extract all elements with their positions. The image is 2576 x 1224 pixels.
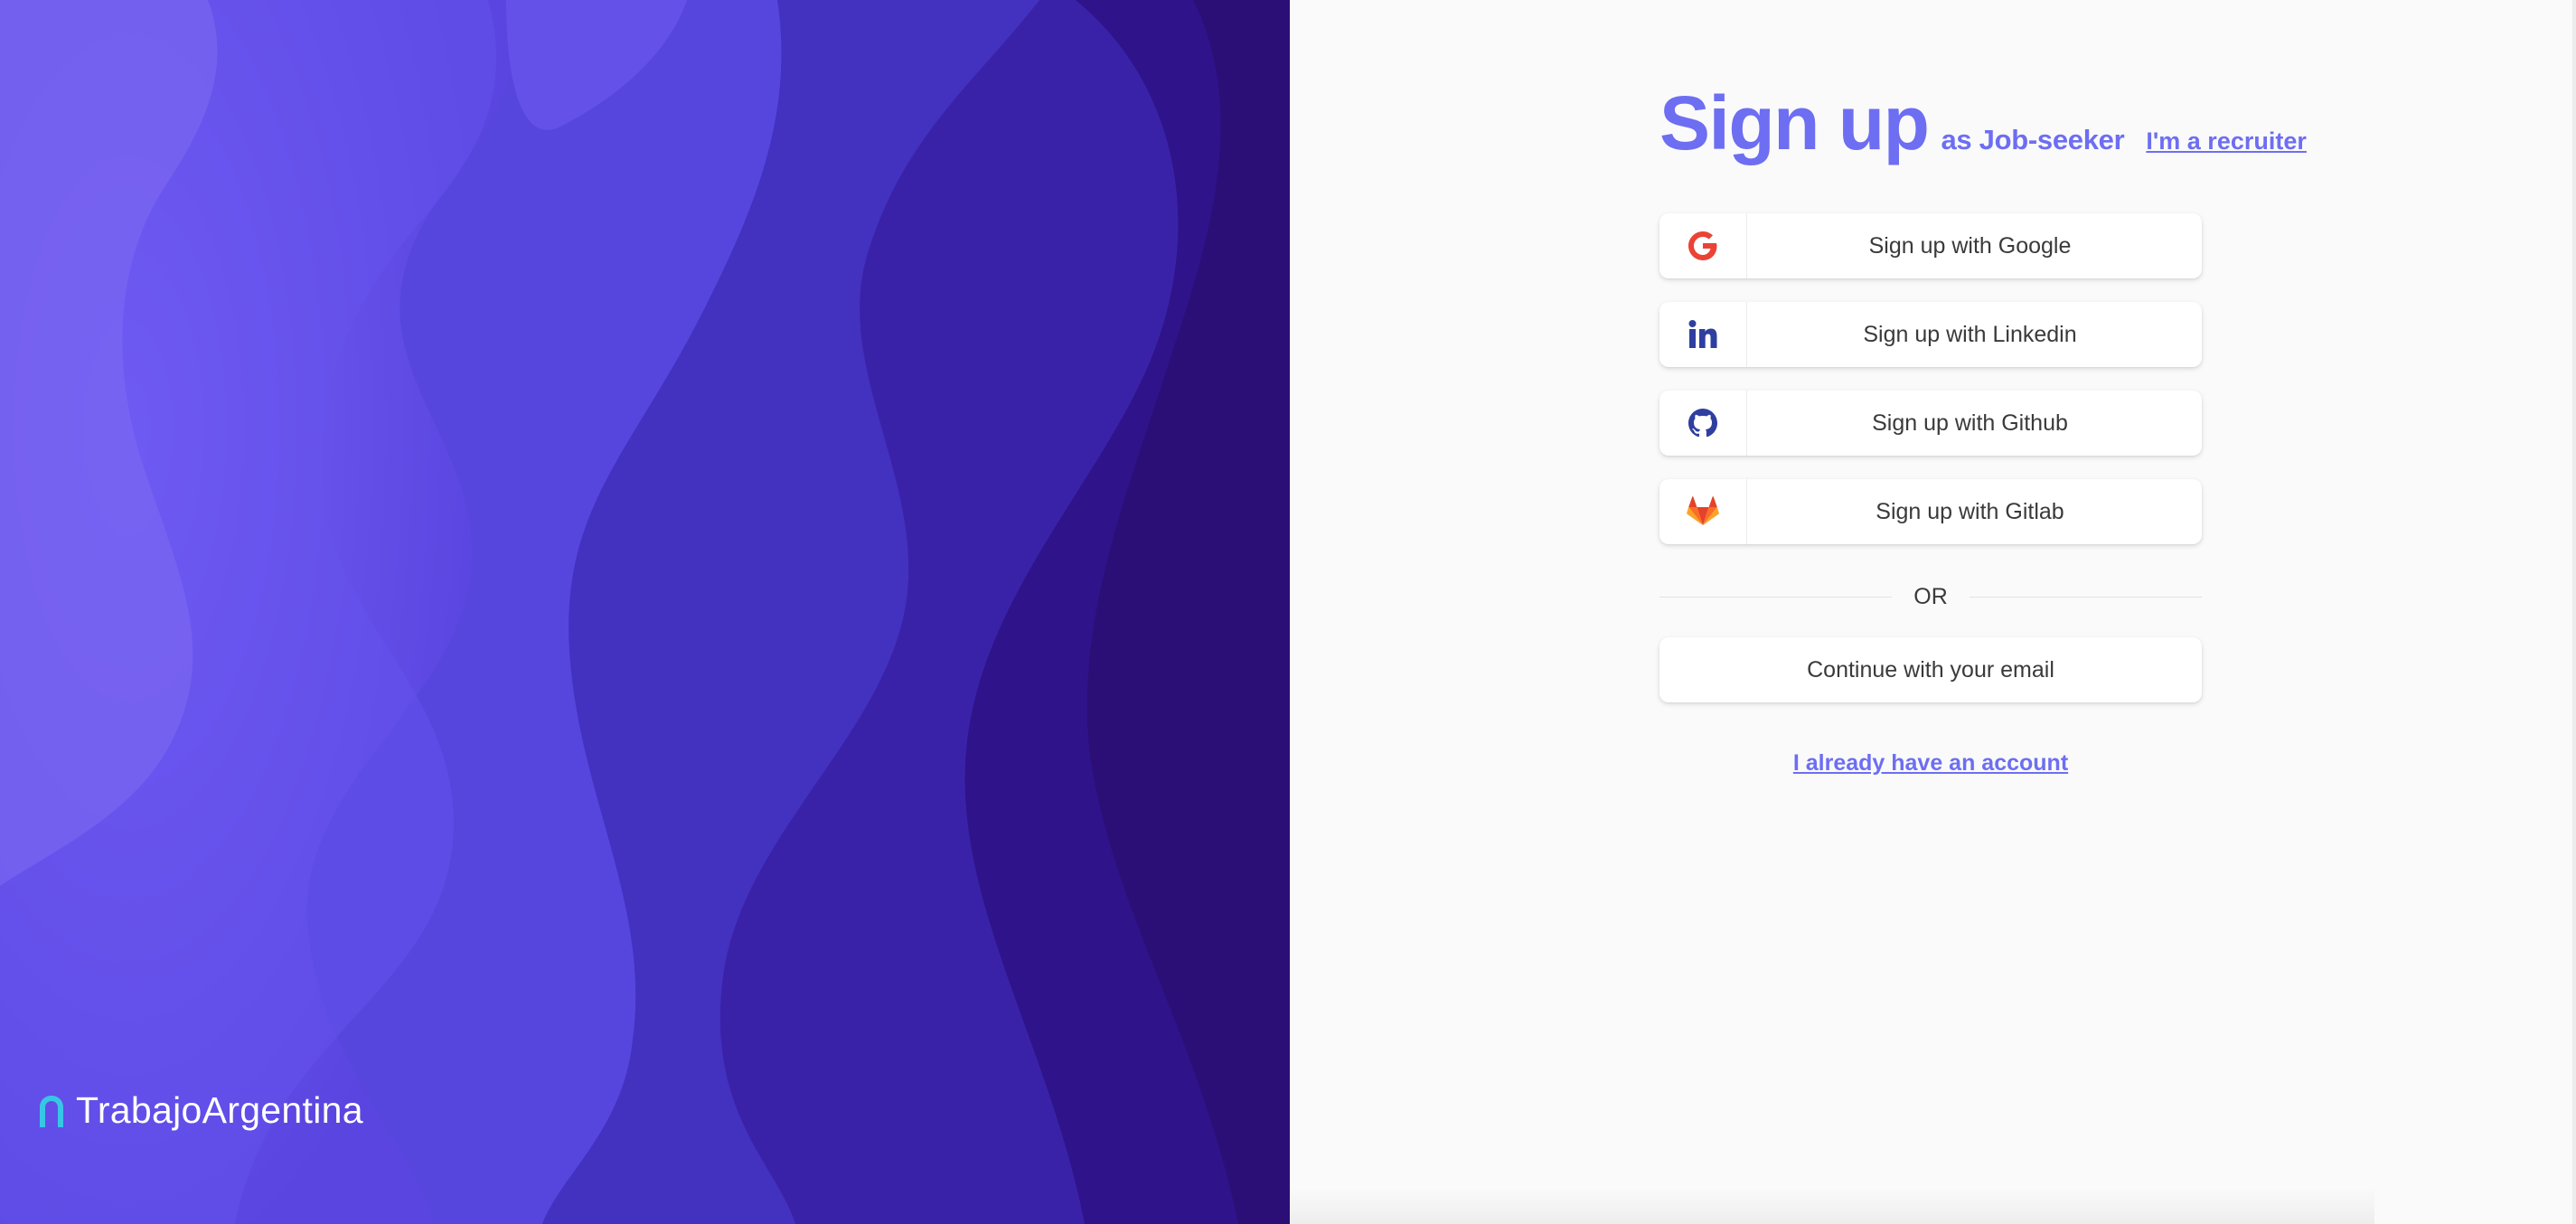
signup-heading: Sign up as Job-seeker I'm a recruiter [1659,80,2307,167]
existing-account-link: I already have an account [1659,750,2202,777]
divider-line-left [1659,596,1893,598]
gitlab-icon [1659,479,1747,544]
brand-lockup[interactable]: TrabajoArgentina [36,1089,363,1132]
gitlab-signup-label: Sign up with Gitlab [1876,498,2064,524]
google-icon [1659,213,1747,278]
linkedin-icon [1659,302,1747,367]
linkedin-signup-label: Sign up with Linkedin [1863,321,2077,347]
github-signup-button[interactable]: Sign up with Github [1659,391,2202,456]
github-signup-label: Sign up with Github [1872,410,2068,436]
linkedin-signup-button[interactable]: Sign up with Linkedin [1659,302,2202,367]
hero-background-panel: TrabajoArgentina [0,0,1290,1224]
signup-panel: Sign up as Job-seeker I'm a recruiter Si… [1290,0,2576,1224]
github-icon [1659,391,1747,456]
recruiter-link[interactable]: I'm a recruiter [2146,127,2307,155]
google-signup-button[interactable]: Sign up with Google [1659,213,2202,278]
role-subtitle: as Job-seeker [1941,124,2125,155]
wave-background-art [0,0,1290,1224]
oauth-button-list: Sign up with Google Sign up with Linkedi… [1659,213,2202,544]
or-divider: OR [1659,580,2202,613]
arch-logo-icon [40,1095,63,1127]
divider-line-right [1969,596,2202,598]
continue-with-email-button[interactable]: Continue with your email [1659,637,2202,702]
bottom-edge-shadow [1290,1188,2374,1224]
gitlab-signup-button[interactable]: Sign up with Gitlab [1659,479,2202,544]
scrollbar-track[interactable] [2572,0,2576,1224]
brand-name: TrabajoArgentina [76,1089,363,1131]
page-title: Sign up [1659,80,1930,165]
login-link-text[interactable]: I already have an account [1793,750,2068,776]
google-signup-label: Sign up with Google [1868,232,2072,259]
divider-text: OR [1913,583,1948,609]
